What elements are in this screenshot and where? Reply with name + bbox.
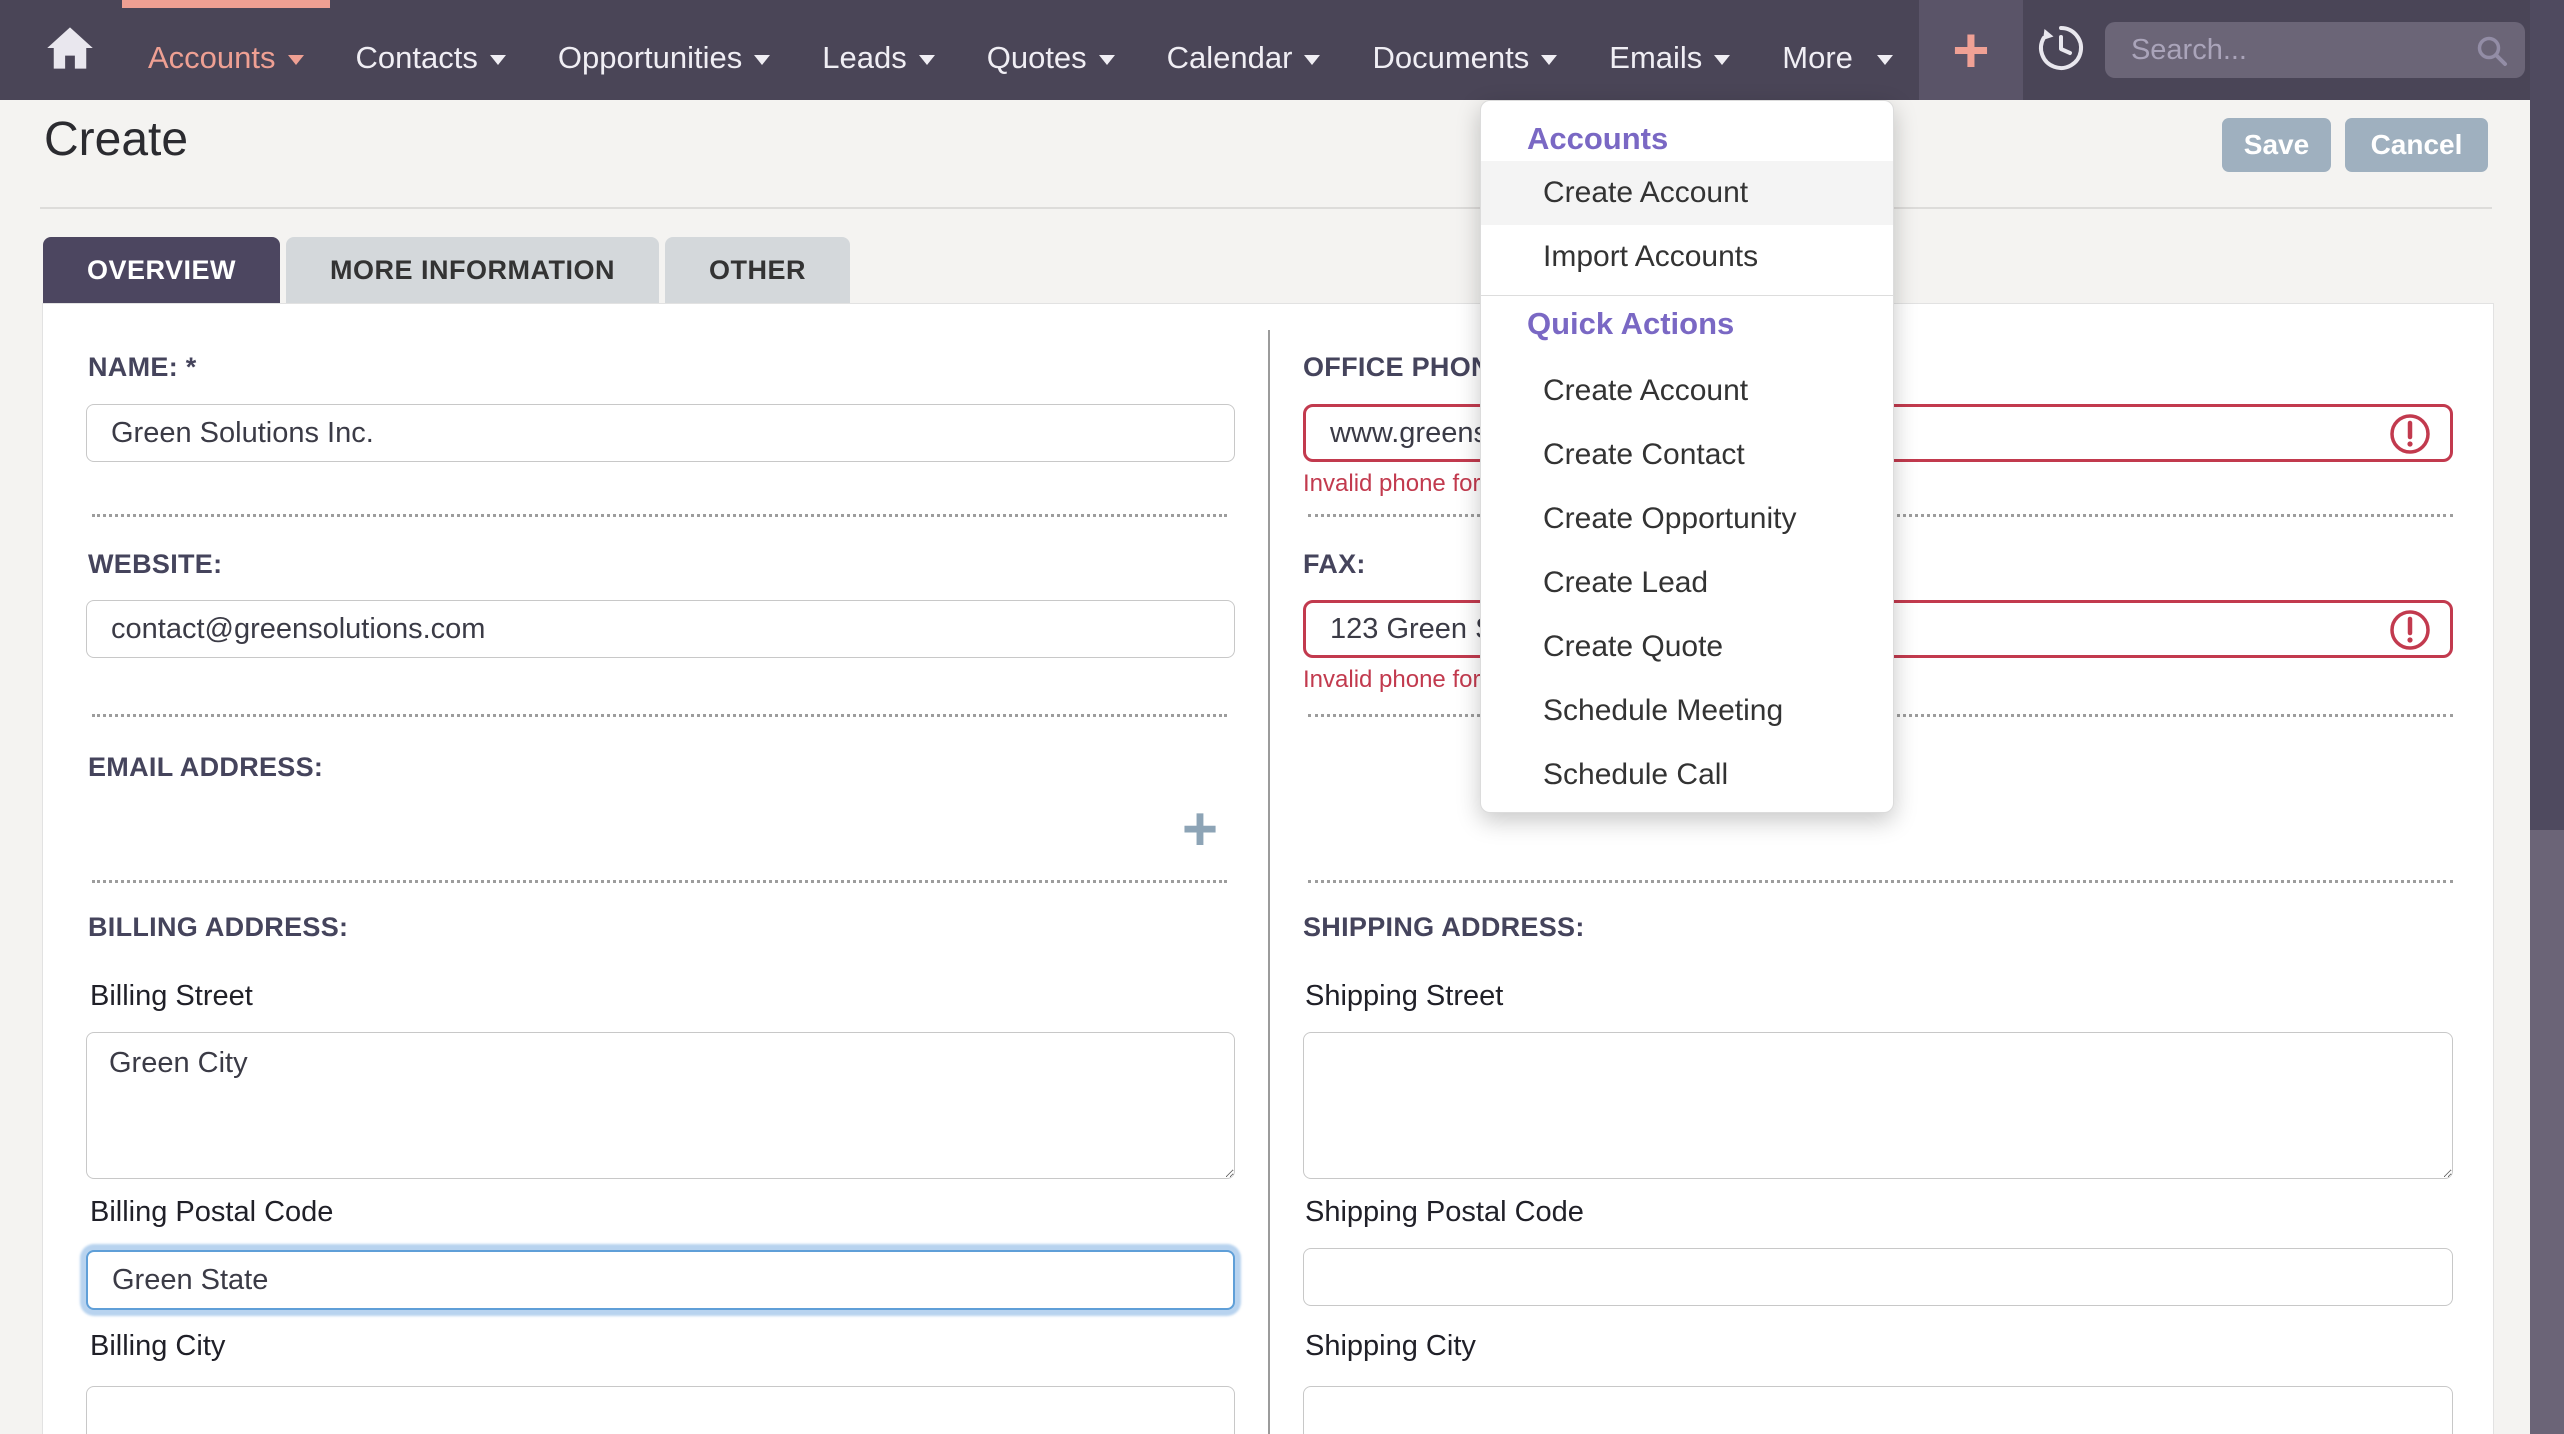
shipping-address-label: SHIPPING ADDRESS: [1303,912,1585,943]
tab-overview[interactable]: OVERVIEW [43,237,280,303]
name-input[interactable] [86,404,1235,462]
fax-label: FAX: [1303,549,1366,580]
menu-item-qa-schedule-call[interactable]: Schedule Call [1481,743,1893,807]
chevron-down-icon [288,55,304,65]
chevron-down-icon [490,55,506,65]
nav-item-accounts[interactable]: Accounts [122,0,330,100]
billing-address-label: BILLING ADDRESS: [88,912,348,943]
menu-item-qa-create-quote[interactable]: Create Quote [1481,615,1893,679]
header-divider [40,207,2492,209]
name-label: NAME: * [88,352,197,383]
billing-street-textarea[interactable]: Green City [86,1032,1235,1179]
shipping-postal-code-input[interactable] [1303,1248,2453,1306]
error-icon [2388,608,2432,652]
recently-viewed-button[interactable] [2023,0,2099,100]
row-separator [92,714,1227,717]
menu-item-qa-create-opportunity[interactable]: Create Opportunity [1481,487,1893,551]
nav-item-label: Documents [1372,40,1529,76]
shipping-street-label: Shipping Street [1305,980,1503,1013]
shipping-city-input[interactable] [1303,1386,2453,1434]
website-input[interactable] [86,600,1235,658]
nav-item-emails[interactable]: Emails [1583,0,1756,100]
shipping-street-textarea[interactable] [1303,1032,2453,1179]
menu-item-qa-create-lead[interactable]: Create Lead [1481,551,1893,615]
add-email-button[interactable]: + [1168,798,1232,862]
home-icon [44,22,96,79]
chevron-down-icon [1541,55,1557,65]
chevron-down-icon [919,55,935,65]
menu-section-accounts: Accounts [1481,117,1893,161]
nav-item-contacts[interactable]: Contacts [330,0,532,100]
tab-more-information[interactable]: MORE INFORMATION [286,237,659,303]
chevron-down-icon [1877,55,1893,65]
nav-item-label: Accounts [148,40,276,76]
row-separator [92,514,1227,517]
chevron-down-icon [1304,55,1320,65]
menu-item-qa-create-contact[interactable]: Create Contact [1481,423,1893,487]
top-navbar: Accounts Contacts Opportunities Leads Qu… [0,0,2564,100]
chevron-down-icon [1099,55,1115,65]
quick-create-button[interactable]: + [1919,0,2023,100]
plus-icon: + [1952,18,1989,82]
billing-postal-code-input[interactable] [86,1250,1235,1310]
history-icon [2034,21,2088,80]
scrollbar-thumb[interactable] [2530,0,2564,830]
nav-item-label: Opportunities [558,40,742,76]
row-separator [92,880,1227,883]
quick-create-menu: Accounts Create Account Import Accounts … [1480,100,1894,813]
tab-bar: OVERVIEW MORE INFORMATION OTHER [43,237,850,303]
global-search [2105,22,2525,78]
page-title: Create [44,112,188,167]
tab-other[interactable]: OTHER [665,237,850,303]
nav-item-label: Emails [1609,40,1702,76]
nav-item-label: Quotes [987,40,1087,76]
cancel-button[interactable]: Cancel [2345,118,2488,172]
nav-item-leads[interactable]: Leads [796,0,960,100]
home-button[interactable] [0,0,122,100]
nav-item-label: Contacts [356,40,478,76]
chevron-down-icon [1714,55,1730,65]
website-label: WEBSITE: [88,549,222,580]
nav-item-opportunities[interactable]: Opportunities [532,0,796,100]
menu-item-qa-schedule-meeting[interactable]: Schedule Meeting [1481,679,1893,743]
nav-item-label: Calendar [1167,40,1293,76]
nav-item-documents[interactable]: Documents [1346,0,1583,100]
nav-item-more[interactable]: More [1756,0,1919,100]
page-scrollbar[interactable] [2530,0,2564,1434]
search-input[interactable] [2105,22,2525,78]
app-window: Accounts Contacts Opportunities Leads Qu… [0,0,2564,1434]
menu-divider [1481,295,1893,296]
menu-item-qa-create-account[interactable]: Create Account [1481,359,1893,423]
nav-item-label: Leads [822,40,906,76]
search-icon[interactable] [2475,34,2509,73]
column-divider [1268,330,1270,1434]
billing-postal-code-label: Billing Postal Code [90,1196,333,1229]
error-icon [2388,412,2432,456]
chevron-down-icon [754,55,770,65]
navbar-right-group: + [1919,0,2564,100]
menu-item-import-accounts[interactable]: Import Accounts [1481,225,1893,289]
nav-item-calendar[interactable]: Calendar [1141,0,1347,100]
billing-city-input[interactable] [86,1386,1235,1434]
menu-item-create-account[interactable]: Create Account [1481,161,1893,225]
save-button[interactable]: Save [2222,118,2331,172]
shipping-city-label: Shipping City [1305,1330,1476,1363]
row-separator [1308,880,2453,883]
billing-city-label: Billing City [90,1330,225,1363]
nav-item-label: More [1782,40,1853,76]
menu-section-quick-actions: Quick Actions [1481,302,1893,346]
email-address-label: EMAIL ADDRESS: [88,752,323,783]
nav-item-quotes[interactable]: Quotes [961,0,1141,100]
shipping-postal-code-label: Shipping Postal Code [1305,1196,1584,1229]
billing-street-label: Billing Street [90,980,253,1013]
